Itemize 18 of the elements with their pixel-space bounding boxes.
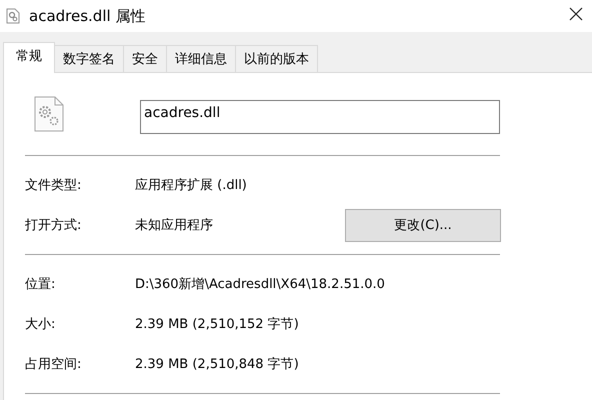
change-button[interactable]: 更改(C)... <box>345 208 501 242</box>
field-value: 2.39 MB (2,510,152 字节) <box>135 316 300 333</box>
field-label: 位置: <box>25 276 56 293</box>
field-value: 2.39 MB (2,510,848 字节) <box>135 356 300 373</box>
field-label: 文件类型: <box>25 177 82 194</box>
tab[interactable]: 常规 <box>3 42 55 73</box>
file-gear-icon <box>6 8 20 24</box>
field-label: 占用空间: <box>25 356 82 373</box>
field-value: 未知应用程序 <box>135 217 214 234</box>
tab[interactable]: 以前的版本 <box>235 45 318 72</box>
field-value: 应用程序扩展 (.dll) <box>135 177 248 194</box>
field-label: 打开方式: <box>25 217 82 234</box>
file-name-field[interactable]: acadres.dll <box>140 100 500 134</box>
file-gear-icon <box>34 96 64 132</box>
close-icon[interactable] <box>569 7 583 21</box>
field-label: 大小: <box>25 316 56 333</box>
field-value: D:\360新增\Acadresdll\X64\18.2.51.0.0 <box>135 276 385 293</box>
window-title: acadres.dll 属性 <box>29 6 146 26</box>
